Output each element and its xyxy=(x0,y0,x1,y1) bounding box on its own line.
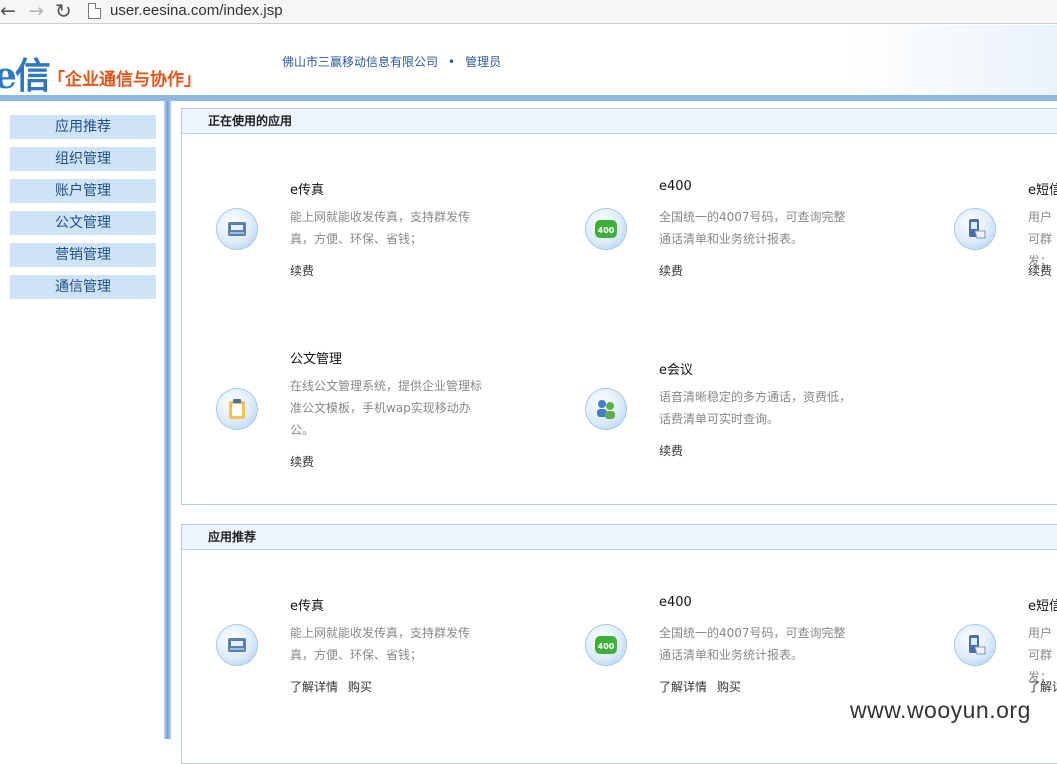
app-name[interactable]: e短信 xyxy=(1028,595,1057,614)
sidebar-item-app-recommend[interactable]: 应用推荐 xyxy=(10,115,156,139)
arrow-right-icon[interactable]: → xyxy=(28,0,44,22)
user-role[interactable]: 管理员 xyxy=(465,55,501,69)
separator-dot: • xyxy=(448,55,456,69)
app-description: 全国统一的4007号码，可查询完整通话清单和业务统计报表。 xyxy=(659,210,846,246)
sidebar-item-account-manage[interactable]: 账户管理 xyxy=(10,179,156,203)
company-info: 佛山市三赢移动信息有限公司 • 管理员 xyxy=(282,53,501,70)
app-description: 语音清晰稳定的多方通话，资费低，话费清单可实时查询。 xyxy=(659,390,852,426)
badge-400-text: 400 xyxy=(598,642,615,651)
logo-slogan: 「企业通信与协作」 xyxy=(48,70,201,90)
app-name[interactable]: e会议 xyxy=(659,359,693,378)
renew-link[interactable]: 续费 xyxy=(1028,262,1052,279)
sms-phone-icon[interactable] xyxy=(955,209,995,249)
panel-title: 应用推荐 xyxy=(182,525,1057,550)
sidebar-splitter[interactable] xyxy=(164,101,171,739)
fax-icon[interactable] xyxy=(217,209,257,249)
company-name: 佛山市三赢移动信息有限公司 xyxy=(282,55,439,69)
renew-link[interactable]: 续费 xyxy=(290,453,314,470)
app-description: 在线公文管理系统，提供企业管理标准公文模板，手机wap实现移动办公。 xyxy=(290,379,483,437)
reload-icon[interactable]: ↻ xyxy=(55,0,72,22)
clipboard-icon[interactable] xyxy=(217,389,257,429)
sidebar: 应用推荐 组织管理 账户管理 公文管理 营销管理 通信管理 xyxy=(0,101,164,739)
fax-icon[interactable] xyxy=(217,625,257,665)
site-header: e信 「企业通信与协作」 佛山市三赢移动信息有限公司 • 管理员 xyxy=(0,25,1057,97)
details-link[interactable]: 了解详 xyxy=(1028,678,1057,695)
address-bar[interactable]: user.eesina.com/index.jsp xyxy=(110,2,283,19)
buy-link[interactable]: 购买 xyxy=(717,680,741,694)
recommended-apps-panel: 应用推荐 e传真 能上网就能收发传真，支持群发传真，方便、环保、省钱； 了解详情… xyxy=(181,524,1057,764)
buy-link[interactable]: 购买 xyxy=(348,680,372,694)
app-description: 能上网就能收发传真，支持群发传真，方便、环保、省钱； xyxy=(290,626,471,662)
page-icon xyxy=(88,3,101,19)
app-name[interactable]: 公文管理 xyxy=(290,348,342,367)
sidebar-item-marketing-manage[interactable]: 营销管理 xyxy=(10,243,156,267)
badge-400-icon[interactable]: 400 xyxy=(586,209,626,249)
app-name[interactable]: e短信 xyxy=(1028,179,1057,198)
details-link[interactable]: 了解详情 xyxy=(659,680,707,694)
watermark: www.wooyun.org xyxy=(850,697,1031,723)
panel-title: 正在使用的应用 xyxy=(182,109,1057,134)
app-description: 全国统一的4007号码，可查询完整通话清单和业务统计报表。 xyxy=(659,626,846,662)
logo: e信 xyxy=(0,55,51,97)
app-name[interactable]: e400 xyxy=(659,595,692,610)
app-description: 能上网就能收发传真，支持群发传真，方便、环保、省钱； xyxy=(290,210,471,246)
app-links: 了解详情 购买 xyxy=(290,678,382,695)
sidebar-item-telecom-manage[interactable]: 通信管理 xyxy=(10,275,156,299)
app-name[interactable]: e传真 xyxy=(290,179,324,198)
renew-link[interactable]: 续费 xyxy=(659,442,683,459)
meeting-icon[interactable] xyxy=(586,389,626,429)
sms-phone-icon[interactable] xyxy=(955,625,995,665)
app-name[interactable]: e传真 xyxy=(290,595,324,614)
details-link[interactable]: 了解详情 xyxy=(290,680,338,694)
sidebar-item-org-manage[interactable]: 组织管理 xyxy=(10,147,156,171)
badge-400-icon[interactable]: 400 xyxy=(586,625,626,665)
badge-400-text: 400 xyxy=(598,226,615,235)
renew-link[interactable]: 续费 xyxy=(290,262,314,279)
app-links: 了解详情 购买 xyxy=(659,678,751,695)
arrow-left-icon[interactable]: ← xyxy=(0,0,16,22)
sidebar-item-document-manage[interactable]: 公文管理 xyxy=(10,211,156,235)
app-name[interactable]: e400 xyxy=(659,179,692,194)
renew-link[interactable]: 续费 xyxy=(659,262,683,279)
browser-toolbar: ← → ↻ user.eesina.com/index.jsp xyxy=(0,0,1057,24)
in-use-apps-panel: 正在使用的应用 e传真 能上网就能收发传真，支持群发传真，方便、环保、省钱； 续… xyxy=(181,108,1057,505)
